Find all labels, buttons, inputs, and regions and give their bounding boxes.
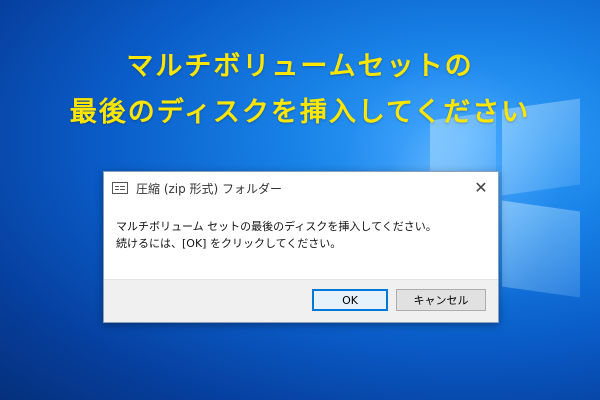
app-window-icon bbox=[112, 182, 128, 194]
dialog-button-bar: OK キャンセル bbox=[104, 279, 498, 322]
close-icon: ✕ bbox=[474, 177, 488, 197]
message-dialog: 圧縮 (zip 形式) フォルダー ✕ マルチボリューム セットの最後のディスク… bbox=[103, 171, 499, 323]
headline-line-2: 最後のディスクを挿入してください bbox=[69, 97, 531, 128]
headline: マルチボリュームセットの 最後のディスクを挿入してください bbox=[0, 44, 600, 136]
ok-button[interactable]: OK bbox=[312, 289, 388, 311]
message-line-1: マルチボリューム セットの最後のディスクを挿入してください。 bbox=[116, 220, 437, 233]
close-button[interactable]: ✕ bbox=[464, 172, 498, 202]
headline-line-1: マルチボリュームセットの bbox=[126, 51, 474, 82]
dialog-titlebar[interactable]: 圧縮 (zip 形式) フォルダー ✕ bbox=[104, 172, 498, 204]
message-line-2: 続けるには、[OK] をクリックしてください。 bbox=[116, 237, 342, 250]
dialog-title: 圧縮 (zip 形式) フォルダー bbox=[136, 181, 283, 196]
dialog-message: マルチボリューム セットの最後のディスクを挿入してください。 続けるには、[OK… bbox=[104, 204, 498, 252]
cancel-button[interactable]: キャンセル bbox=[396, 289, 486, 311]
